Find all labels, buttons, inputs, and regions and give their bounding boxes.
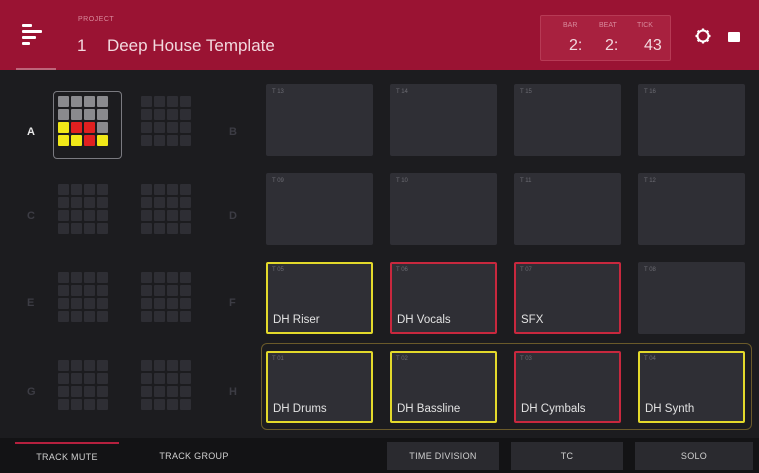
bank-c-grid[interactable] bbox=[58, 184, 110, 236]
bank-letter-b: B bbox=[229, 126, 237, 138]
pad-name: DH Bassline bbox=[397, 403, 461, 415]
pad-t14[interactable]: T 14 bbox=[390, 84, 497, 156]
bank-h-grid[interactable] bbox=[141, 360, 193, 412]
bank-a-grid[interactable] bbox=[58, 96, 110, 148]
bank-f-grid[interactable] bbox=[141, 272, 193, 324]
beat-label: BEAT bbox=[599, 22, 617, 29]
pad-t08[interactable]: T 08 bbox=[638, 262, 745, 334]
tab-time-division[interactable]: TIME DIVISION bbox=[387, 442, 499, 470]
tick-label: TICK bbox=[637, 22, 653, 29]
tick-value: 43 bbox=[644, 37, 662, 54]
pad-number: T 09 bbox=[272, 178, 284, 184]
pad-t11[interactable]: T 11 bbox=[514, 173, 621, 245]
project-label: PROJECT bbox=[78, 16, 115, 23]
project-number: 1 bbox=[77, 36, 87, 55]
position-counter[interactable]: BAR BEAT TICK 2: 2: 43 bbox=[540, 15, 671, 61]
pad-t15[interactable]: T 15 bbox=[514, 84, 621, 156]
pad-name: DH Vocals bbox=[397, 314, 451, 326]
bank-d-grid[interactable] bbox=[141, 184, 193, 236]
pad-t05[interactable]: T 05 DH Riser bbox=[266, 262, 373, 334]
pad-number: T 02 bbox=[396, 356, 408, 362]
pad-number: T 03 bbox=[520, 356, 532, 362]
pad-t01[interactable]: T 01 DH Drums bbox=[266, 351, 373, 423]
bank-letter-a: A bbox=[27, 126, 35, 138]
pad-name: DH Synth bbox=[645, 403, 695, 415]
pad-t04[interactable]: T 04 DH Synth bbox=[638, 351, 745, 423]
pad-number: T 01 bbox=[272, 356, 284, 362]
bar-value: 2: bbox=[569, 37, 583, 54]
pad-number: T 14 bbox=[396, 89, 408, 95]
bank-letter-f: F bbox=[229, 297, 236, 309]
pad-number: T 15 bbox=[520, 89, 532, 95]
pad-t13[interactable]: T 13 bbox=[266, 84, 373, 156]
pad-number: T 05 bbox=[272, 267, 284, 273]
pad-number: T 16 bbox=[644, 89, 656, 95]
header-tab-indicator bbox=[16, 68, 56, 70]
pad-t06[interactable]: T 06 DH Vocals bbox=[390, 262, 497, 334]
bank-b-grid[interactable] bbox=[141, 96, 193, 148]
pad-t09[interactable]: T 09 bbox=[266, 173, 373, 245]
pad-number: T 08 bbox=[644, 267, 656, 273]
tab-tc[interactable]: TC bbox=[511, 442, 623, 470]
pad-name: SFX bbox=[521, 314, 544, 326]
pad-number: T 04 bbox=[644, 356, 656, 362]
pad-t03[interactable]: T 03 DH Cymbals bbox=[514, 351, 621, 423]
bank-letter-h: H bbox=[229, 386, 237, 398]
bar-label: BAR bbox=[563, 22, 578, 29]
bank-e-grid[interactable] bbox=[58, 272, 110, 324]
tab-track-group[interactable]: TRACK GROUP bbox=[142, 442, 246, 470]
bank-letter-e: E bbox=[27, 297, 35, 309]
pad-number: T 11 bbox=[520, 178, 532, 184]
pad-t02[interactable]: T 02 DH Bassline bbox=[390, 351, 497, 423]
pad-name: DH Cymbals bbox=[521, 403, 586, 415]
gear-icon[interactable] bbox=[695, 28, 711, 44]
bank-g-grid[interactable] bbox=[58, 360, 110, 412]
pad-t12[interactable]: T 12 bbox=[638, 173, 745, 245]
pad-name: DH Riser bbox=[273, 314, 320, 326]
pad-t16[interactable]: T 16 bbox=[638, 84, 745, 156]
bank-letter-c: C bbox=[27, 210, 35, 222]
pad-name: DH Drums bbox=[273, 403, 327, 415]
menu-icon[interactable] bbox=[22, 24, 42, 46]
pad-t07[interactable]: T 07 SFX bbox=[514, 262, 621, 334]
toggle-icon[interactable] bbox=[728, 32, 740, 42]
pad-number: T 12 bbox=[644, 178, 656, 184]
project-name: Deep House Template bbox=[106, 36, 275, 55]
bank-letter-d: D bbox=[229, 210, 237, 222]
header-bar: PROJECT 1 Deep House Template BAR BEAT T… bbox=[0, 0, 759, 70]
pad-number: T 06 bbox=[396, 267, 408, 273]
pad-number: T 13 bbox=[272, 89, 284, 95]
bank-letter-g: G bbox=[27, 386, 36, 398]
pad-number: T 07 bbox=[520, 267, 532, 273]
tab-solo[interactable]: SOLO bbox=[635, 442, 753, 470]
project-title[interactable]: 1 Deep House Template bbox=[77, 36, 275, 56]
pad-number: T 10 bbox=[396, 178, 408, 184]
beat-value: 2: bbox=[605, 37, 619, 54]
pad-t10[interactable]: T 10 bbox=[390, 173, 497, 245]
tab-track-mute[interactable]: TRACK MUTE bbox=[15, 442, 119, 470]
